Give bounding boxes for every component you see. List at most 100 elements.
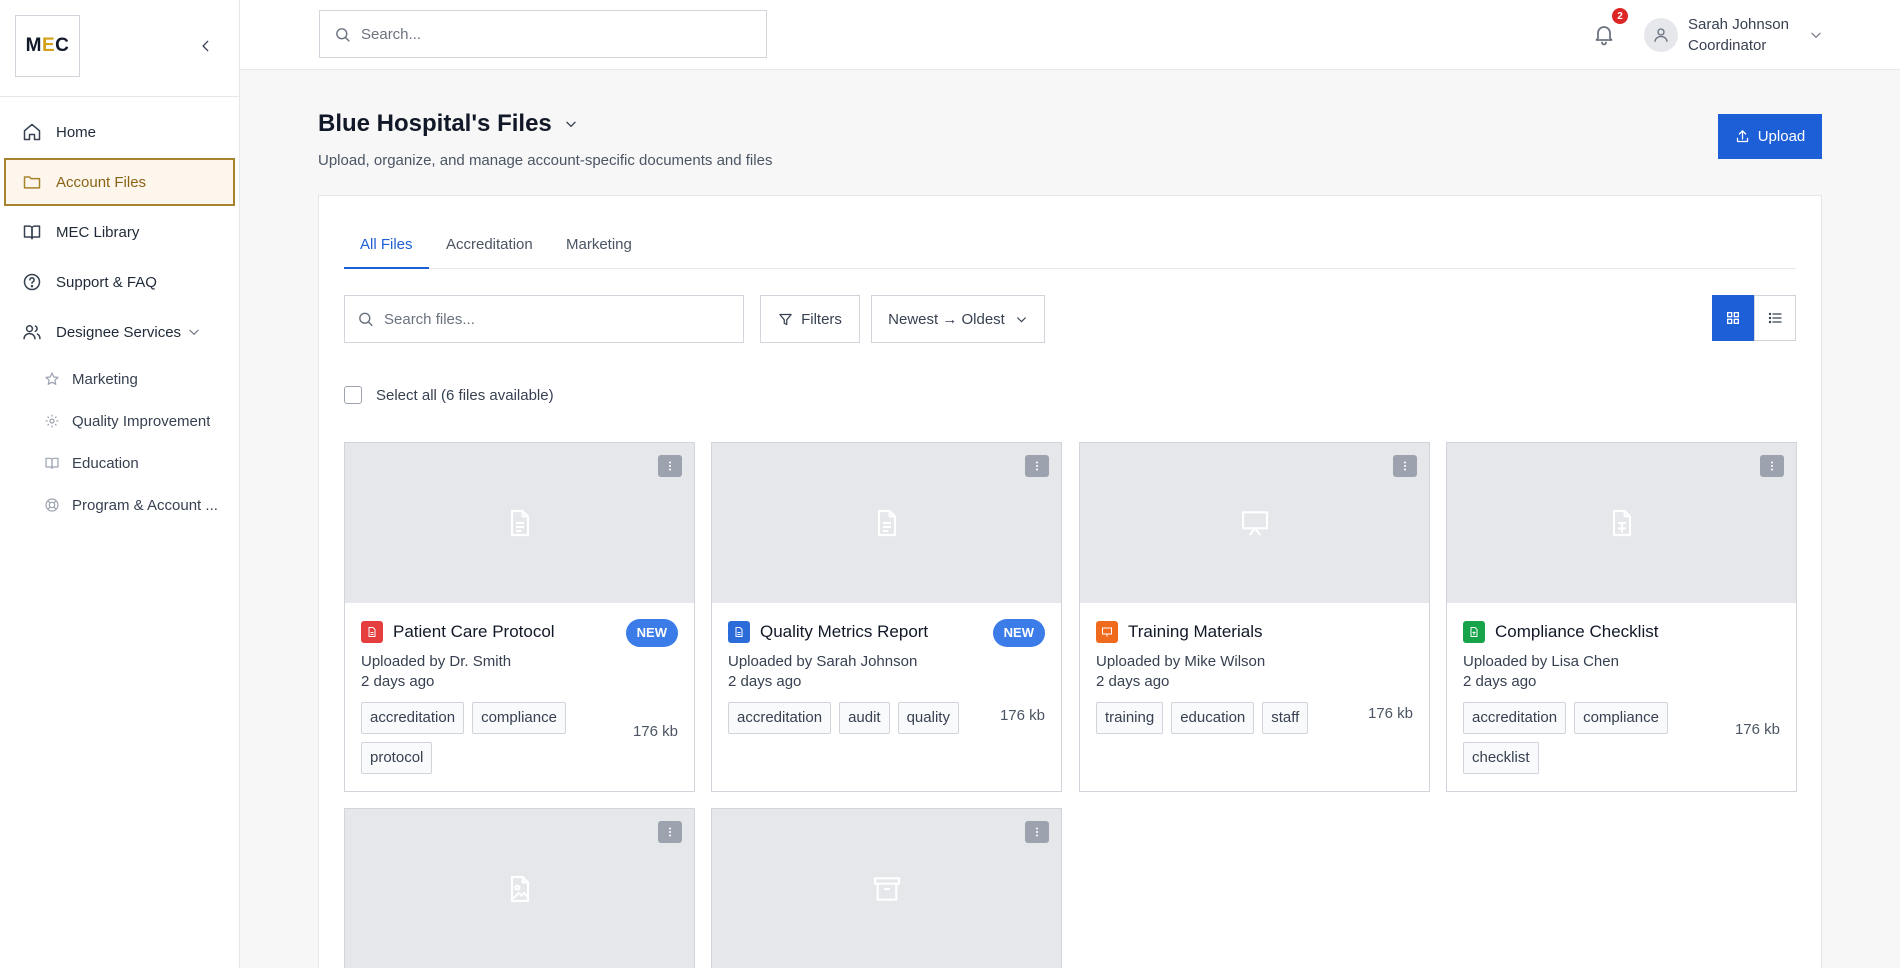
image-placeholder-icon: [510, 875, 529, 903]
sidebar-item-label: MEC Library: [56, 223, 140, 241]
card-menu-button[interactable]: [1760, 455, 1784, 477]
tab-accreditation[interactable]: Accreditation: [430, 236, 549, 269]
sidebar-item-account-files[interactable]: Account Files: [4, 158, 235, 206]
tag[interactable]: protocol: [361, 742, 433, 774]
document-placeholder-icon: [510, 509, 529, 537]
tag[interactable]: quality: [897, 702, 959, 734]
star-icon: [45, 372, 59, 385]
user-info: Sarah Johnson Coordinator: [1688, 14, 1789, 56]
sidebar-subitem-label: Program & Account ...: [72, 496, 218, 514]
grid-view-button[interactable]: [1712, 295, 1754, 341]
sidebar-header: MEC: [0, 0, 239, 97]
file-meta: Uploaded by Lisa Chen 2 days ago: [1463, 652, 1780, 692]
file-thumbnail: [712, 809, 1061, 968]
chevron-down-icon: [566, 121, 576, 128]
tag[interactable]: accreditation: [1463, 702, 1567, 734]
card-menu-button[interactable]: [658, 821, 682, 843]
sidebar-item-label: Home: [56, 123, 97, 141]
filter-icon: [779, 313, 792, 325]
file-thumbnail: [345, 443, 694, 603]
file-card[interactable]: Quality Metrics Report NEW Uploaded by S…: [711, 442, 1062, 792]
sidebar-subitem-program-account[interactable]: Program & Account ...: [0, 484, 239, 526]
file-card[interactable]: Compliance Checklist Uploaded by Lisa Ch…: [1446, 442, 1797, 792]
file-card[interactable]: Patient Care Protocol NEW Uploaded by Dr…: [344, 442, 695, 792]
tag[interactable]: audit: [839, 702, 890, 734]
sidebar-item-home[interactable]: Home: [4, 108, 235, 156]
file-title[interactable]: Training Materials: [1128, 622, 1262, 642]
sidebar-item-label: Support & FAQ: [56, 273, 157, 291]
file-title[interactable]: Quality Metrics Report: [760, 622, 928, 642]
file-thumbnail: [1080, 443, 1429, 603]
tag[interactable]: training: [1096, 702, 1164, 734]
select-all-checkbox[interactable]: [344, 386, 362, 404]
file-title[interactable]: Patient Care Protocol: [393, 622, 555, 642]
sidebar-subitem-label: Quality Improvement: [72, 412, 211, 430]
sidebar-item-support-faq[interactable]: Support & FAQ: [4, 258, 235, 306]
list-view-button[interactable]: [1754, 295, 1796, 341]
topbar: 2 Sarah Johnson Coordinator: [240, 0, 1900, 70]
tag[interactable]: compliance: [472, 702, 566, 734]
tag[interactable]: checklist: [1463, 742, 1539, 774]
archive-placeholder-icon: [873, 877, 900, 901]
tabs: All Files Accreditation Marketing: [344, 196, 1796, 269]
upload-button[interactable]: Upload: [1718, 114, 1822, 159]
sidebar-subitem-education[interactable]: Education: [0, 442, 239, 484]
bell-icon[interactable]: [1592, 22, 1616, 46]
card-menu-button[interactable]: [658, 455, 682, 477]
file-card-body: Compliance Checklist Uploaded by Lisa Ch…: [1447, 603, 1796, 782]
file-time: 2 days ago: [728, 673, 802, 690]
sidebar-item-designee-services[interactable]: Designee Services: [4, 308, 235, 356]
pdf-file-icon: [361, 621, 383, 643]
sidebar-subitem-quality-improvement[interactable]: Quality Improvement: [0, 400, 239, 442]
new-badge: NEW: [992, 619, 1045, 647]
file-meta: Uploaded by Mike Wilson 2 days ago: [1096, 652, 1413, 692]
tab-all-files[interactable]: All Files: [344, 236, 429, 269]
sidebar-item-mec-library[interactable]: MEC Library: [4, 208, 235, 256]
select-all[interactable]: Select all (6 files available): [344, 386, 554, 404]
sort-select[interactable]: Newest → Oldest: [871, 295, 1045, 343]
file-title[interactable]: Compliance Checklist: [1495, 622, 1658, 642]
tag[interactable]: compliance: [1574, 702, 1668, 734]
filters-label: Filters: [801, 310, 842, 328]
gear-icon: [45, 414, 59, 428]
card-menu-button[interactable]: [1025, 455, 1049, 477]
file-thumbnail: [1447, 443, 1796, 603]
file-thumbnail: [345, 809, 694, 968]
file-title-row: Compliance Checklist: [1463, 621, 1780, 643]
tag[interactable]: staff: [1262, 702, 1309, 734]
file-search-input[interactable]: [384, 310, 743, 328]
file-tags: accreditation compliance protocol: [361, 702, 601, 782]
tag[interactable]: education: [1171, 702, 1255, 734]
card-menu-button[interactable]: [1025, 821, 1049, 843]
new-badge: NEW: [625, 619, 678, 647]
mec-logo[interactable]: MEC: [15, 15, 80, 77]
presentation-file-icon: [1096, 621, 1118, 643]
file-time: 2 days ago: [1096, 673, 1170, 690]
user-role: Coordinator: [1688, 37, 1767, 54]
file-card-body: Training Materials Uploaded by Mike Wils…: [1080, 603, 1429, 742]
file-card[interactable]: [711, 808, 1062, 968]
page-title[interactable]: Blue Hospital's Files: [318, 110, 578, 138]
file-card[interactable]: Training Materials Uploaded by Mike Wils…: [1079, 442, 1430, 792]
page-subtitle: Upload, organize, and manage account-spe…: [318, 152, 773, 169]
card-menu-button[interactable]: [1393, 455, 1417, 477]
lifebuoy-icon: [45, 498, 59, 512]
tag[interactable]: accreditation: [361, 702, 465, 734]
page-title-text: Blue Hospital's Files: [318, 110, 552, 137]
collapse-sidebar-button[interactable]: [196, 36, 216, 56]
chevron-down-icon: [1016, 316, 1026, 323]
tag[interactable]: accreditation: [728, 702, 832, 734]
sidebar-item-label: Designee Services: [56, 323, 182, 341]
user-menu[interactable]: Sarah Johnson Coordinator: [1644, 14, 1823, 56]
sidebar-subitem-label: Marketing: [72, 370, 138, 388]
tab-marketing[interactable]: Marketing: [550, 236, 648, 269]
global-search-input[interactable]: [361, 25, 741, 43]
file-search[interactable]: [344, 295, 744, 343]
filters-button[interactable]: Filters: [760, 295, 860, 343]
search-icon: [359, 312, 373, 327]
presentation-placeholder-icon: [1241, 511, 1268, 536]
file-card[interactable]: [344, 808, 695, 968]
global-search[interactable]: [319, 10, 767, 58]
sidebar-subitem-marketing[interactable]: Marketing: [0, 358, 239, 400]
sidebar-nav: Home Account Files MEC Library Support &…: [0, 97, 239, 526]
